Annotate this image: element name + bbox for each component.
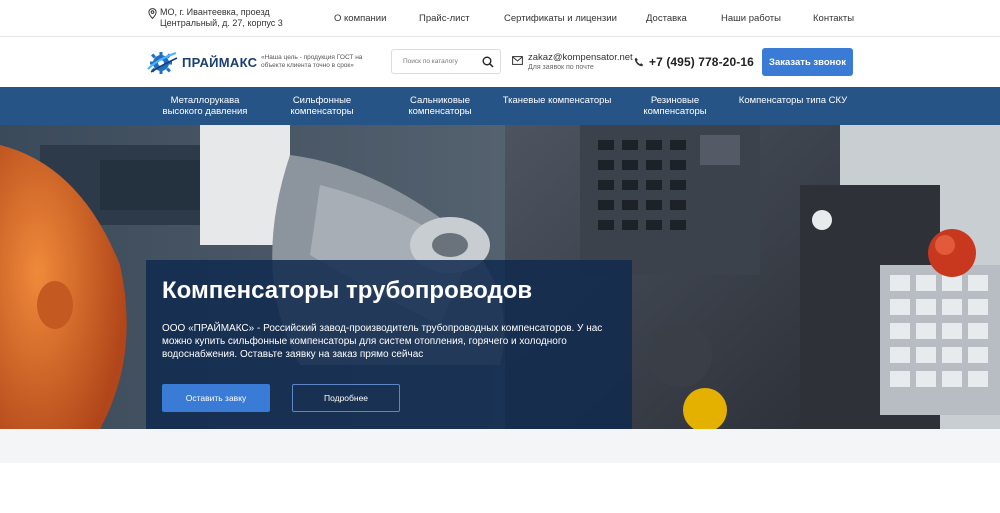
call-request-button[interactable]: Заказать звонок bbox=[762, 48, 853, 76]
hero-banner: Компенсаторы трубопроводов ООО «ПРАЙМАКС… bbox=[0, 125, 1000, 429]
hero-description: ООО «ПРАЙМАКС» - Российский завод-произв… bbox=[162, 323, 603, 360]
email-note: Для заявок по почте bbox=[528, 64, 594, 71]
mail-icon bbox=[512, 56, 523, 65]
section-divider bbox=[0, 429, 1000, 463]
address-text: МО, г. Ивантеевка, проезд Центральный, д… bbox=[160, 7, 283, 28]
search-box bbox=[391, 49, 501, 74]
category-sku-compensators[interactable]: Компенсаторы типа СКУ bbox=[738, 95, 848, 106]
category-fabric-compensators[interactable]: Тканевые компенсаторы bbox=[502, 95, 612, 106]
nav-our-works[interactable]: Наши работы bbox=[721, 13, 781, 24]
nav-contacts[interactable]: Контакты bbox=[813, 13, 854, 24]
header: ПРАЙМАКС «Наша цель - продукция ГОСТ на … bbox=[0, 37, 1000, 87]
top-bar: МО, г. Ивантеевка, проезд Центральный, д… bbox=[0, 0, 1000, 37]
hero-title: Компенсаторы трубопроводов bbox=[162, 277, 533, 304]
phone-block: +7 (495) 778-20-16 bbox=[634, 55, 754, 69]
phone-number[interactable]: +7 (495) 778-20-16 bbox=[649, 55, 754, 69]
logo[interactable]: ПРАЙМАКС bbox=[146, 49, 257, 75]
slogan: «Наша цель - продукция ГОСТ на объекте к… bbox=[261, 54, 363, 69]
category-bellows-compensators[interactable]: Сильфонные компенсаторы bbox=[267, 95, 377, 117]
gear-logo-icon bbox=[147, 51, 178, 74]
location-pin-icon bbox=[148, 8, 157, 19]
email-link[interactable]: zakaz@kompensator.net bbox=[528, 53, 633, 63]
email-block: zakaz@kompensator.net Для заявок по почт… bbox=[512, 53, 633, 72]
category-rubber-compensators[interactable]: Резиновые компенсаторы bbox=[620, 95, 730, 117]
nav-certificates[interactable]: Сертификаты и лицензии bbox=[504, 13, 617, 24]
logo-text: ПРАЙМАКС bbox=[182, 54, 258, 70]
nav-about[interactable]: О компании bbox=[334, 13, 386, 24]
nav-price-list[interactable]: Прайс-лист bbox=[419, 13, 470, 24]
hero-panel: Компенсаторы трубопроводов ООО «ПРАЙМАКС… bbox=[146, 260, 632, 429]
nav-delivery[interactable]: Доставка bbox=[646, 13, 687, 24]
phone-icon bbox=[634, 57, 644, 67]
category-nav: Металлорукава высокого давления Сильфонн… bbox=[0, 87, 1000, 125]
category-gland-compensators[interactable]: Сальниковые компенсаторы bbox=[385, 95, 495, 117]
search-input[interactable] bbox=[392, 50, 478, 73]
leave-request-button[interactable]: Оставить завку bbox=[162, 384, 270, 412]
category-metal-hoses[interactable]: Металлорукава высокого давления bbox=[150, 95, 260, 117]
more-info-button[interactable]: Подробнее bbox=[292, 384, 400, 412]
address-block: МО, г. Ивантеевка, проезд Центральный, д… bbox=[148, 7, 310, 29]
search-icon[interactable] bbox=[482, 56, 494, 68]
